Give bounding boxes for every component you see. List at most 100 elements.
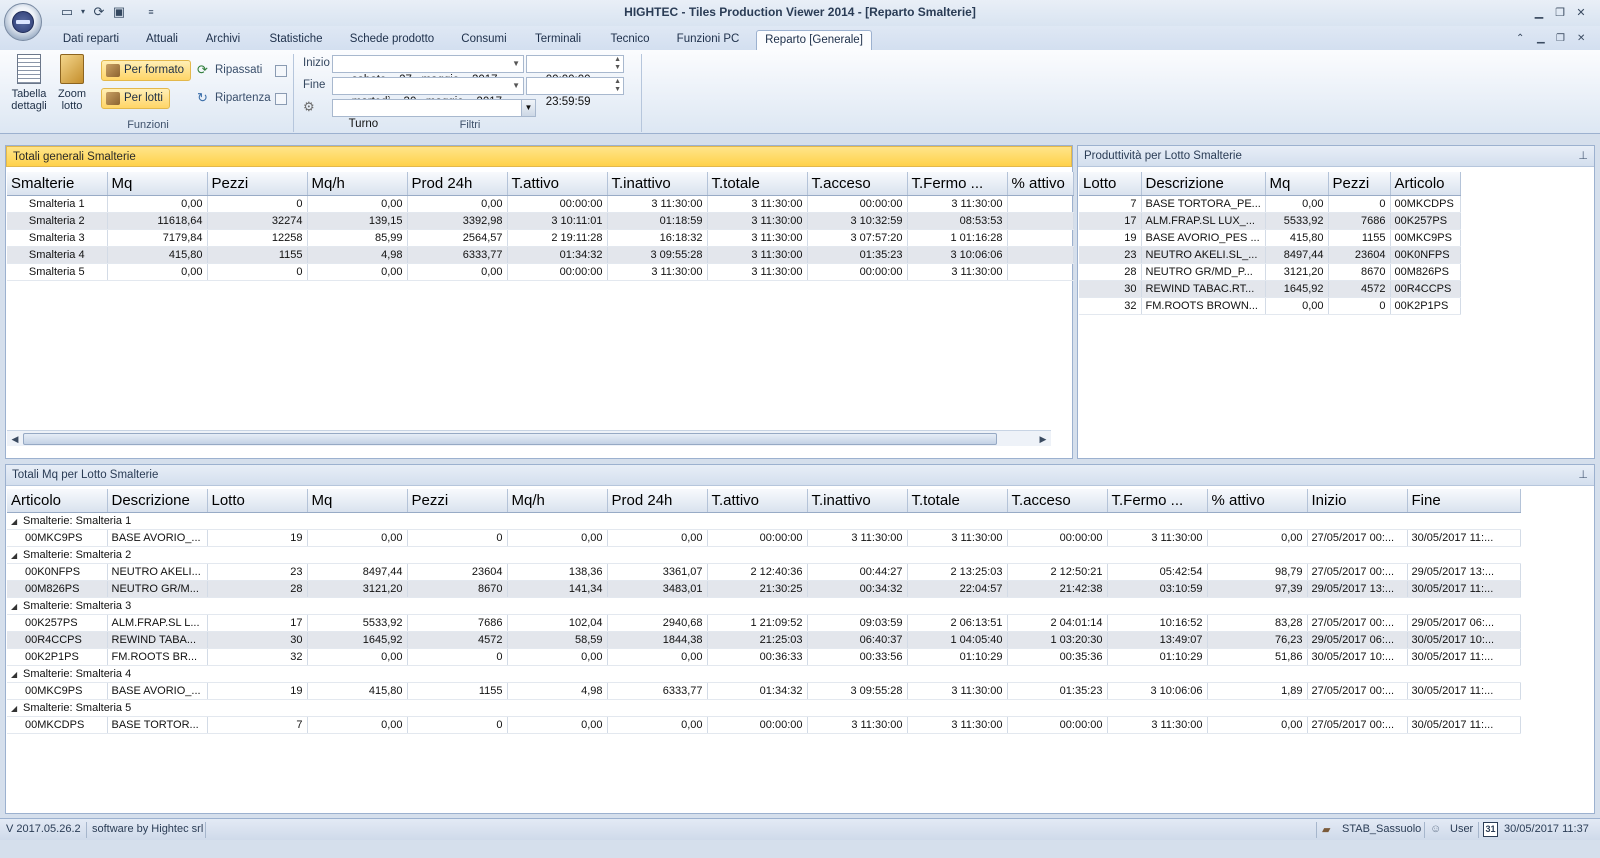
table-row[interactable]: 00K257PS ALM.FRAP.SL L... 17 5533,92 7686 102…	[7, 614, 1521, 632]
inizio-date-picker[interactable]: sabato 27 maggio 2017▼	[332, 55, 524, 86]
column-header[interactable]: Pezzi	[407, 489, 508, 513]
scroll-left-icon[interactable]: ◀	[8, 432, 22, 446]
table-row[interactable]: 00R4CCPS REWIND TABA... 30 1645,92 4572 58,59…	[7, 631, 1521, 649]
ripartenza-checkbox[interactable]	[275, 93, 287, 105]
column-header[interactable]: Mq	[307, 489, 408, 513]
column-header[interactable]: Lotto	[1079, 172, 1142, 196]
column-header[interactable]: Pezzi	[207, 172, 308, 196]
column-header[interactable]: Inizio	[1307, 489, 1408, 513]
column-header[interactable]: Prod 24h	[407, 172, 508, 196]
column-header[interactable]: T.Fermo ...	[907, 172, 1008, 196]
table-row[interactable]: Smalteria 3 7179,84 12258 85,99 2564,57 2 19:…	[7, 229, 1074, 247]
column-header[interactable]: Mq	[1265, 172, 1329, 196]
column-header[interactable]: T.inattivo	[807, 489, 908, 513]
column-header[interactable]: Prod 24h	[607, 489, 708, 513]
group-row[interactable]: ◢ Smalterie: Smalteria 1	[7, 512, 1520, 530]
table-row[interactable]: 32 FM.ROOTS BROWN... 0,00 0 00K2P1PS	[1079, 297, 1461, 315]
column-header[interactable]: T.totale	[907, 489, 1008, 513]
collapse-group-icon[interactable]: ◢	[11, 517, 23, 526]
column-header[interactable]: Articolo	[7, 489, 108, 513]
column-header[interactable]: Lotto	[207, 489, 308, 513]
column-header[interactable]: Mq/h	[307, 172, 408, 196]
pin-icon[interactable]: ⊥	[1578, 146, 1588, 167]
table-row[interactable]: 00MKC9PS BASE AVORIO_... 19 0,00 0 0,00 0,00 00…	[7, 529, 1521, 547]
table-row[interactable]: 00MKC9PS BASE AVORIO_... 19 415,80 1155 4,98 6…	[7, 682, 1521, 700]
table-row[interactable]: 00K2P1PS FM.ROOTS BR... 32 0,00 0 0,00 0,00 00:…	[7, 648, 1521, 666]
zoom-lotto-button[interactable]: Zoom lotto	[52, 54, 92, 112]
minimize-icon[interactable]: ▁	[1530, 6, 1548, 20]
column-header[interactable]: T.acceso	[1007, 489, 1108, 513]
collapse-group-icon[interactable]: ◢	[11, 670, 23, 679]
ripassati-checkbox[interactable]	[275, 65, 287, 77]
collapse-group-icon[interactable]: ◢	[11, 551, 23, 560]
column-header[interactable]: T.attivo	[707, 489, 808, 513]
column-header[interactable]: Mq	[107, 172, 208, 196]
ripartenza-button[interactable]: ↻ Ripartenza	[195, 88, 271, 108]
tab-statistiche[interactable]: Statistiche	[264, 30, 328, 50]
table-row[interactable]: 00K0NFPS NEUTRO AKELI... 23 8497,44 23604 138…	[7, 563, 1521, 581]
table-row[interactable]: Smalteria 5 0,00 0 0,00 0,00 00:00:00 3 11:30:…	[7, 263, 1074, 281]
app-menu-button[interactable]	[4, 3, 42, 41]
pin-icon[interactable]: ⊥	[1578, 465, 1588, 486]
mdi-minimize-icon[interactable]: ▁	[1537, 33, 1545, 44]
column-header[interactable]: T.acceso	[807, 172, 908, 196]
table-row[interactable]: Smalteria 1 0,00 0 0,00 0,00 00:00:00 3 11:30:…	[7, 195, 1074, 213]
table-row[interactable]: 17 ALM.FRAP.SL LUX_... 5533,92 7686 00K257PS	[1079, 212, 1461, 230]
column-header[interactable]: Descrizione	[1141, 172, 1266, 196]
tab-funzioni-pc[interactable]: Funzioni PC	[672, 30, 744, 50]
mdi-restore-icon[interactable]: ❐	[1556, 33, 1565, 44]
ripassati-button[interactable]: ⟳ Ripassati	[195, 60, 262, 80]
restore-icon[interactable]: ❐	[1551, 6, 1569, 20]
tab-terminali[interactable]: Terminali	[528, 30, 588, 50]
fine-time-field[interactable]: 23:59:59 ▲ ▼	[526, 77, 624, 108]
tab-archivi[interactable]: Archivi	[198, 30, 248, 50]
fine-date-picker[interactable]: martedì 30 maggio 2017▼	[332, 77, 524, 108]
group-row[interactable]: ◢ Smalterie: Smalteria 5	[7, 699, 1520, 717]
table-row[interactable]: 23 NEUTRO AKELI.SL_... 8497,44 23604 00K0NFP…	[1079, 246, 1461, 264]
close-icon[interactable]: ✕	[1572, 6, 1590, 20]
column-header[interactable]: Smalterie	[7, 172, 108, 196]
horizontal-scrollbar[interactable]: ◀ ▶	[7, 430, 1051, 446]
column-header[interactable]: T.attivo	[507, 172, 608, 196]
column-header[interactable]: T.Fermo ...	[1107, 489, 1208, 513]
column-header[interactable]: Fine	[1407, 489, 1521, 513]
column-header[interactable]: T.totale	[707, 172, 808, 196]
tab-attuali[interactable]: Attuali	[138, 30, 186, 50]
inizio-time-field[interactable]: 00:00:00▲▼	[526, 55, 624, 86]
table-row[interactable]: Smalteria 2 11618,64 32274 139,15 3392,98 3 1…	[7, 212, 1074, 230]
tab-schede-prodotto[interactable]: Schede prodotto	[346, 30, 438, 50]
collapse-group-icon[interactable]: ◢	[11, 704, 23, 713]
column-header[interactable]: Descrizione	[107, 489, 208, 513]
tab-tecnico[interactable]: Tecnico	[604, 30, 656, 50]
table-row[interactable]: 30 REWIND TABAC.RT... 1645,92 4572 00R4CCPS	[1079, 280, 1461, 298]
tab-reparto-generale[interactable]: Reparto [Generale]	[756, 30, 872, 50]
column-header[interactable]: % attivo	[1007, 172, 1074, 196]
tab-dati-reparti[interactable]: Dati reparti	[58, 30, 124, 50]
column-header[interactable]: T.inattivo	[607, 172, 708, 196]
column-header[interactable]: Pezzi	[1328, 172, 1391, 196]
group-row[interactable]: ◢ Smalterie: Smalteria 4	[7, 665, 1520, 683]
spinner-icon[interactable]: ▲ ▼	[614, 78, 621, 94]
tabella-dettagli-button[interactable]: Tabella dettagli	[8, 54, 50, 112]
collapse-group-icon[interactable]: ◢	[11, 602, 23, 611]
column-header[interactable]: % attivo	[1207, 489, 1308, 513]
scrollbar-thumb[interactable]	[23, 433, 997, 445]
table-row[interactable]: 00M826PS NEUTRO GR/M... 28 3121,20 8670 141,3…	[7, 580, 1521, 598]
per-lotti-button[interactable]: Per lotti	[101, 88, 170, 109]
column-header[interactable]: Articolo	[1390, 172, 1461, 196]
mdi-close-icon[interactable]: ✕	[1577, 33, 1585, 44]
table-row[interactable]: 19 BASE AVORIO_PES ... 415,80 1155 00MKC9PS	[1079, 229, 1461, 247]
spinner-icon[interactable]: ▲ ▼	[614, 56, 621, 72]
chevron-down-icon[interactable]: ▼	[521, 100, 535, 116]
table-row[interactable]: 28 NEUTRO GR/MD_P... 3121,20 8670 00M826PS	[1079, 263, 1461, 281]
table-row[interactable]: Smalteria 4 415,80 1155 4,98 6333,77 01:34:32…	[7, 246, 1074, 264]
tab-consumi[interactable]: Consumi	[456, 30, 512, 50]
scroll-right-icon[interactable]: ▶	[1036, 432, 1050, 446]
group-row[interactable]: ◢ Smalterie: Smalteria 3	[7, 597, 1520, 615]
turno-select[interactable]: Turno ▼	[332, 99, 536, 130]
per-formato-button[interactable]: Per formato	[101, 60, 192, 81]
table-row[interactable]: 00MKCDPS BASE TORTOR... 7 0,00 0 0,00 0,00 00:0…	[7, 716, 1521, 734]
table-row[interactable]: 7 BASE TORTORA_PE... 0,00 0 00MKCDPS	[1079, 195, 1461, 213]
column-header[interactable]: Mq/h	[507, 489, 608, 513]
collapse-ribbon-icon[interactable]: ⌃	[1516, 33, 1524, 44]
